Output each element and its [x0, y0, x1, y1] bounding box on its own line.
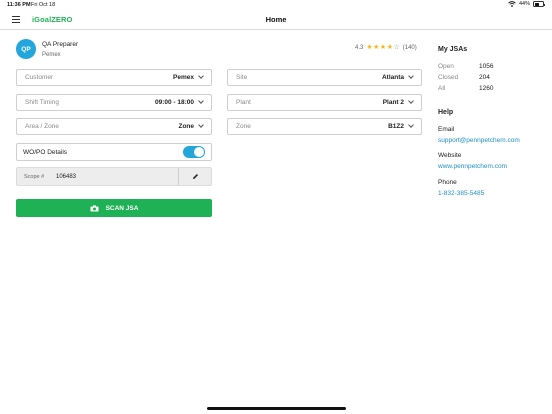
- email-link[interactable]: support@pennpetchem.com: [438, 137, 520, 144]
- status-bar: 11:36 PM Fri Oct 18 44%: [0, 0, 552, 11]
- website-link[interactable]: www.pennpetchem.com: [438, 163, 507, 170]
- area-label: Area / Zone: [25, 123, 59, 130]
- home-indicator: [207, 407, 346, 410]
- customer-value: Pemex: [173, 74, 194, 81]
- jsa-open-label: Open: [438, 63, 454, 70]
- pencil-icon: [192, 174, 198, 179]
- jsa-row-closed[interactable]: Closed 204: [438, 74, 508, 81]
- chevron-down-icon: [408, 73, 414, 79]
- battery-percent: 44%: [518, 1, 530, 7]
- scan-jsa-button[interactable]: SCAN JSA: [16, 199, 212, 217]
- phone-label: Phone: [438, 179, 457, 186]
- jsa-closed-label: Closed: [438, 74, 459, 81]
- battery-icon: [533, 1, 545, 7]
- zone-select[interactable]: Zone B1Z2: [227, 118, 422, 135]
- star-filled-icon: ★: [366, 44, 373, 51]
- scope-field: Scope # 106483: [16, 167, 212, 186]
- jsa-open-value: 1056: [479, 63, 494, 70]
- plant-select[interactable]: Plant Plant 2: [227, 94, 422, 111]
- area-zone-select[interactable]: Area / Zone Zone: [16, 118, 212, 135]
- camera-icon: [90, 204, 99, 211]
- toggle-knob: [194, 147, 204, 157]
- help-title: Help: [438, 109, 454, 116]
- rating-score: 4.3: [355, 44, 364, 51]
- zone-label: Zone: [236, 123, 251, 130]
- rating-stars: ★ ★ ★ ★ ☆: [366, 44, 399, 51]
- status-time: 11:36 PM: [7, 2, 31, 8]
- nav-bar: iGoalZERO Home: [0, 11, 552, 30]
- plant-label: Plant: [236, 99, 251, 106]
- star-filled-icon: ★: [373, 44, 380, 51]
- scan-jsa-label: SCAN JSA: [105, 204, 139, 212]
- chevron-down-icon: [198, 98, 204, 104]
- jsa-all-value: 1260: [479, 85, 494, 92]
- rating-count: (140): [402, 44, 417, 51]
- phone-link[interactable]: 1-832-385-5485: [438, 190, 484, 197]
- chevron-down-icon: [198, 122, 204, 128]
- area-value: Zone: [178, 123, 194, 130]
- my-jsas-title: My JSAs: [438, 46, 468, 53]
- status-right: 44%: [508, 1, 545, 7]
- shift-value: 09:00 - 18:00: [154, 99, 194, 106]
- site-value: Atlanta: [381, 74, 404, 81]
- customer-label: Customer: [25, 74, 54, 81]
- star-filled-icon: ★: [386, 44, 393, 51]
- plant-value: Plant 2: [382, 99, 404, 106]
- rating: 4.3 ★ ★ ★ ★ ☆ (140): [355, 44, 417, 51]
- jsa-row-all[interactable]: All 1260: [438, 85, 508, 92]
- site-label: Site: [236, 74, 248, 81]
- user-company: Pemex: [42, 52, 61, 58]
- wopo-toggle[interactable]: [183, 146, 205, 158]
- jsa-row-open[interactable]: Open 1056: [438, 63, 508, 70]
- user-name: QA Preparer: [42, 41, 79, 48]
- site-select[interactable]: Site Atlanta: [227, 69, 422, 86]
- wifi-icon: [508, 1, 516, 7]
- shift-label: Shift Timing: [25, 99, 59, 106]
- customer-select[interactable]: Customer Pemex: [16, 69, 212, 86]
- edit-scope-button[interactable]: [178, 168, 211, 185]
- star-filled-icon: ★: [379, 44, 387, 51]
- scope-label: Scope #: [24, 173, 45, 180]
- website-label: Website: [438, 152, 462, 159]
- page-title: Home: [265, 15, 287, 24]
- wopo-label: WO/PO Details: [23, 148, 68, 156]
- avatar: QP: [16, 39, 36, 59]
- jsa-all-label: All: [438, 85, 446, 92]
- zone-value: B1Z2: [388, 123, 404, 130]
- chevron-down-icon: [408, 122, 414, 128]
- email-label: Email: [438, 126, 455, 133]
- chevron-down-icon: [198, 73, 204, 79]
- star-empty-icon: ☆: [393, 44, 400, 51]
- shift-timing-select[interactable]: Shift Timing 09:00 - 18:00: [16, 94, 212, 111]
- status-date: Fri Oct 18: [31, 2, 56, 8]
- scope-value: 106483: [56, 173, 77, 180]
- chevron-down-icon: [408, 98, 414, 104]
- wopo-details-row: WO/PO Details: [16, 143, 212, 161]
- jsa-closed-value: 204: [479, 74, 490, 81]
